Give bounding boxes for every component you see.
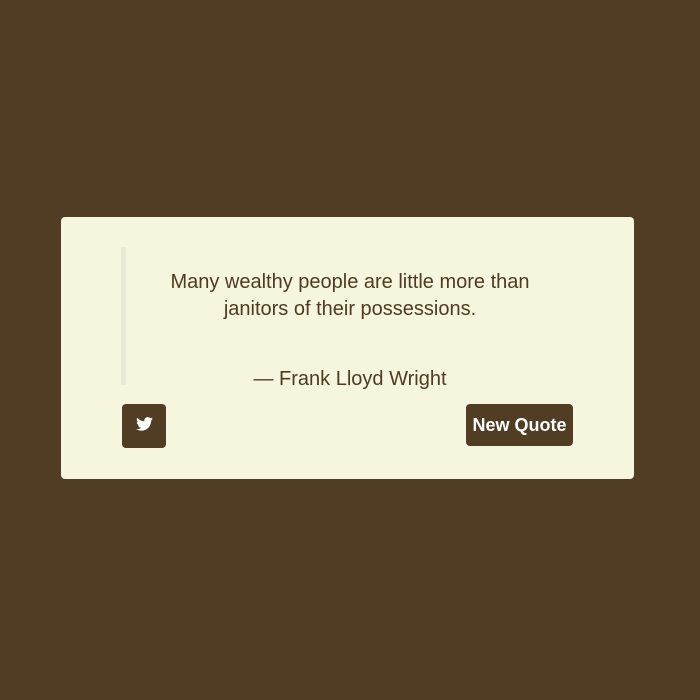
quote-author: — Frank Lloyd Wright: [253, 368, 447, 390]
quote-blockquote: Many wealthy people are little more than…: [121, 247, 574, 390]
tweet-quote-button[interactable]: [122, 404, 166, 448]
quote-card: Many wealthy people are little more than…: [61, 217, 634, 479]
twitter-icon: [135, 416, 153, 436]
quote-text: Many wealthy people are little more than…: [170, 271, 530, 320]
new-quote-button[interactable]: New Quote: [466, 404, 573, 446]
